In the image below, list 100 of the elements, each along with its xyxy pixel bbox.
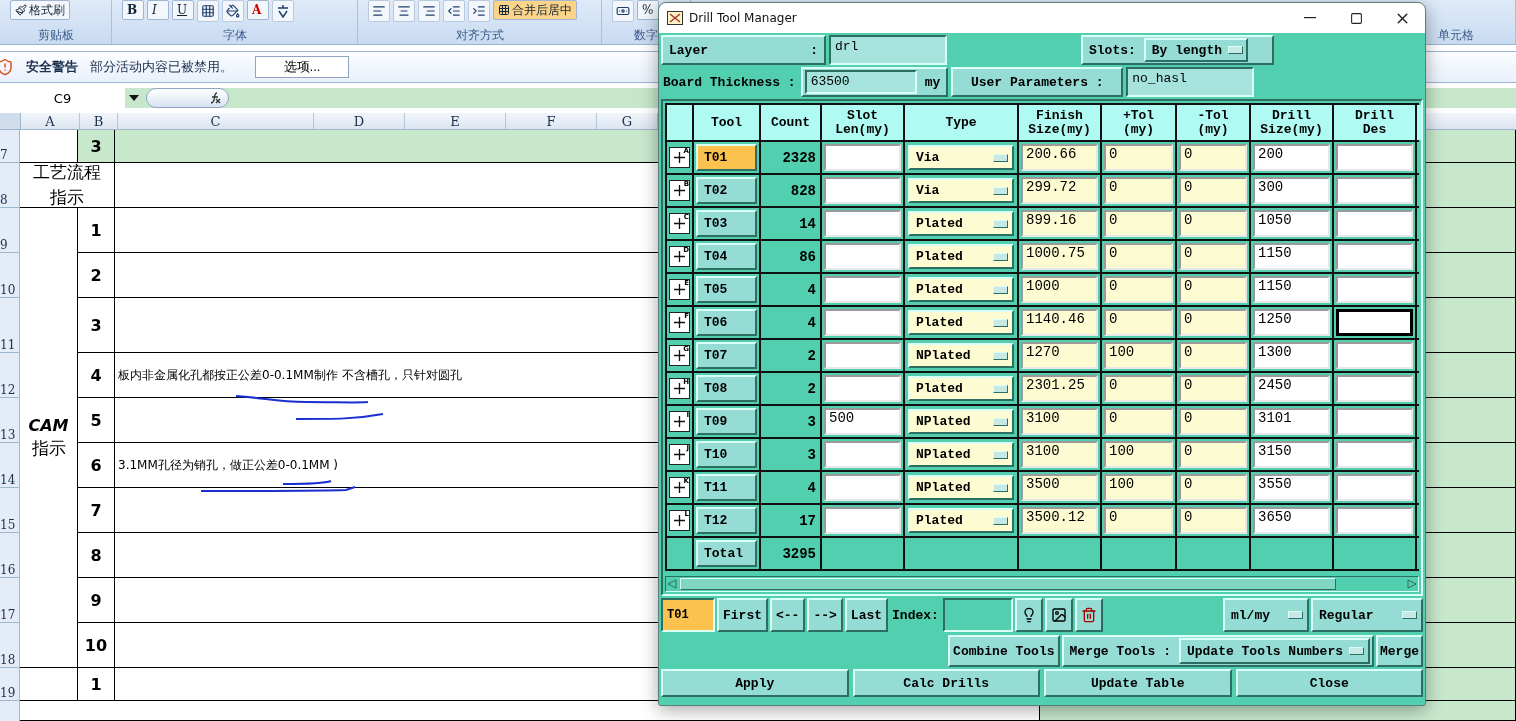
minus-tolerance-field[interactable]: 0 (1179, 375, 1247, 402)
tool-button[interactable]: T08 (696, 375, 757, 402)
row-number[interactable]: 7 (0, 130, 20, 163)
minus-tolerance-field[interactable]: 0 (1179, 408, 1247, 435)
drill-size-field[interactable]: 200 (1253, 144, 1330, 171)
minus-tolerance-field[interactable]: 0 (1179, 210, 1247, 237)
bold-button[interactable]: B (122, 0, 144, 20)
action-button[interactable]: Update Table (1044, 669, 1232, 697)
slots-dropdown[interactable]: By length (1143, 38, 1248, 62)
plus-tolerance-field[interactable]: 0 (1104, 408, 1173, 435)
nav-button[interactable]: <-- (770, 598, 806, 632)
tool-button[interactable]: T05 (696, 276, 757, 303)
type-dropdown[interactable]: NPlated (908, 409, 1014, 434)
tool-button[interactable]: T07 (696, 342, 757, 369)
merge-option-dropdown[interactable]: Update Tools Numbers (1178, 638, 1370, 664)
tool-button[interactable]: T04 (696, 243, 757, 270)
plus-tolerance-field[interactable]: 0 (1104, 210, 1173, 237)
tool-button[interactable]: T10 (696, 441, 757, 468)
row-number[interactable]: 12 (0, 353, 20, 398)
italic-button[interactable]: I (147, 0, 169, 20)
action-button[interactable]: Apply (661, 669, 849, 697)
column-header[interactable]: C (118, 113, 314, 129)
finish-size-field[interactable]: 3100 (1021, 408, 1098, 435)
type-dropdown[interactable]: Plated (908, 508, 1014, 533)
name-box[interactable]: C9 (0, 88, 125, 109)
row-number[interactable]: 8 (0, 163, 20, 208)
column-header[interactable]: A (21, 113, 80, 129)
row-number[interactable]: 14 (0, 443, 20, 488)
underline-button[interactable]: U (172, 0, 194, 20)
drill-size-field[interactable]: 3101 (1253, 408, 1330, 435)
column-header[interactable]: E (405, 113, 506, 129)
user-parameters-button[interactable]: User Parameters : (951, 67, 1124, 97)
merge-button[interactable]: Merge (1376, 635, 1423, 667)
plus-tolerance-field[interactable]: 0 (1104, 309, 1173, 336)
finish-size-field[interactable]: 1270 (1021, 342, 1098, 369)
drill-size-field[interactable]: 3650 (1253, 507, 1330, 534)
minus-tolerance-field[interactable]: 0 (1179, 243, 1247, 270)
row-number[interactable]: 17 (0, 578, 20, 623)
format-painter-button[interactable]: 格式刷 (10, 0, 70, 20)
minus-tolerance-field[interactable]: 0 (1179, 276, 1247, 303)
row-number[interactable]: 9 (0, 208, 20, 253)
drill-size-field[interactable]: 3150 (1253, 441, 1330, 468)
finish-size-field[interactable]: 299.72 (1021, 177, 1098, 204)
minus-tolerance-field[interactable]: 0 (1179, 177, 1247, 204)
finish-size-field[interactable]: 3100 (1021, 441, 1098, 468)
layer-label-button[interactable]: Layer : (661, 35, 826, 65)
finish-size-field[interactable]: 1000 (1021, 276, 1098, 303)
layer-field[interactable]: drl (829, 35, 947, 65)
drill-size-field[interactable]: 1250 (1253, 309, 1330, 336)
percent-button[interactable]: % (637, 0, 659, 20)
plus-tolerance-field[interactable]: 0 (1104, 276, 1173, 303)
drill-size-field[interactable]: 2450 (1253, 375, 1330, 402)
row-number[interactable]: 15 (0, 488, 20, 533)
row-number[interactable]: 11 (0, 298, 20, 353)
minus-tolerance-field[interactable]: 0 (1179, 474, 1247, 501)
plus-tolerance-field[interactable]: 100 (1104, 474, 1173, 501)
drill-size-field[interactable]: 300 (1253, 177, 1330, 204)
tool-button[interactable]: T11 (696, 474, 757, 501)
type-dropdown[interactable]: Plated (908, 211, 1014, 236)
drill-size-field[interactable]: 1150 (1253, 243, 1330, 270)
column-header[interactable]: F (506, 113, 597, 129)
drill-size-field[interactable]: 1150 (1253, 276, 1330, 303)
combine-tools-button[interactable]: Combine Tools (948, 635, 1060, 667)
total-button[interactable]: Total (696, 540, 757, 567)
mode-dropdown[interactable]: Regular (1311, 598, 1423, 632)
row-number[interactable]: 13 (0, 398, 20, 443)
type-dropdown[interactable]: Plated (908, 310, 1014, 335)
nav-button[interactable]: Last (844, 598, 889, 632)
plus-tolerance-field[interactable]: 0 (1104, 507, 1173, 534)
column-header[interactable]: B (80, 113, 118, 129)
type-dropdown[interactable]: Via (908, 145, 1014, 170)
minus-tolerance-field[interactable]: 0 (1179, 144, 1247, 171)
minus-tolerance-field[interactable]: 0 (1179, 441, 1247, 468)
slot-length-field[interactable]: 500 (824, 408, 901, 435)
column-header[interactable]: D (314, 113, 405, 129)
type-dropdown[interactable]: Plated (908, 244, 1014, 269)
drill-size-field[interactable]: 1300 (1253, 342, 1330, 369)
row-number[interactable]: 16 (0, 533, 20, 578)
tool-button[interactable]: T12 (696, 507, 757, 534)
plus-tolerance-field[interactable]: 0 (1104, 375, 1173, 402)
type-dropdown[interactable]: NPlated (908, 442, 1014, 467)
action-button[interactable]: Close (1235, 669, 1423, 697)
tool-button[interactable]: T02 (696, 177, 757, 204)
type-dropdown[interactable]: Plated (908, 277, 1014, 302)
type-dropdown[interactable]: NPlated (908, 475, 1014, 500)
drill-size-field[interactable]: 3550 (1253, 474, 1330, 501)
drill-size-field[interactable]: 1050 (1253, 210, 1330, 237)
merge-center-button[interactable]: 合并后居中 (493, 0, 577, 20)
finish-size-field[interactable]: 899.16 (1021, 210, 1098, 237)
tool-button[interactable]: T09 (696, 408, 757, 435)
row-number[interactable]: 18 (0, 623, 20, 668)
finish-size-field[interactable]: 2301.25 (1021, 375, 1098, 402)
plus-tolerance-field[interactable]: 0 (1104, 243, 1173, 270)
action-button[interactable]: Calc Drills (852, 669, 1040, 697)
finish-size-field[interactable]: 200.66 (1021, 144, 1098, 171)
font-color-button[interactable]: A (247, 0, 269, 20)
type-dropdown[interactable]: NPlated (908, 343, 1014, 368)
finish-size-field[interactable]: 3500 (1021, 474, 1098, 501)
nav-button[interactable]: First (717, 598, 768, 632)
finish-size-field[interactable]: 1140.46 (1021, 309, 1098, 336)
